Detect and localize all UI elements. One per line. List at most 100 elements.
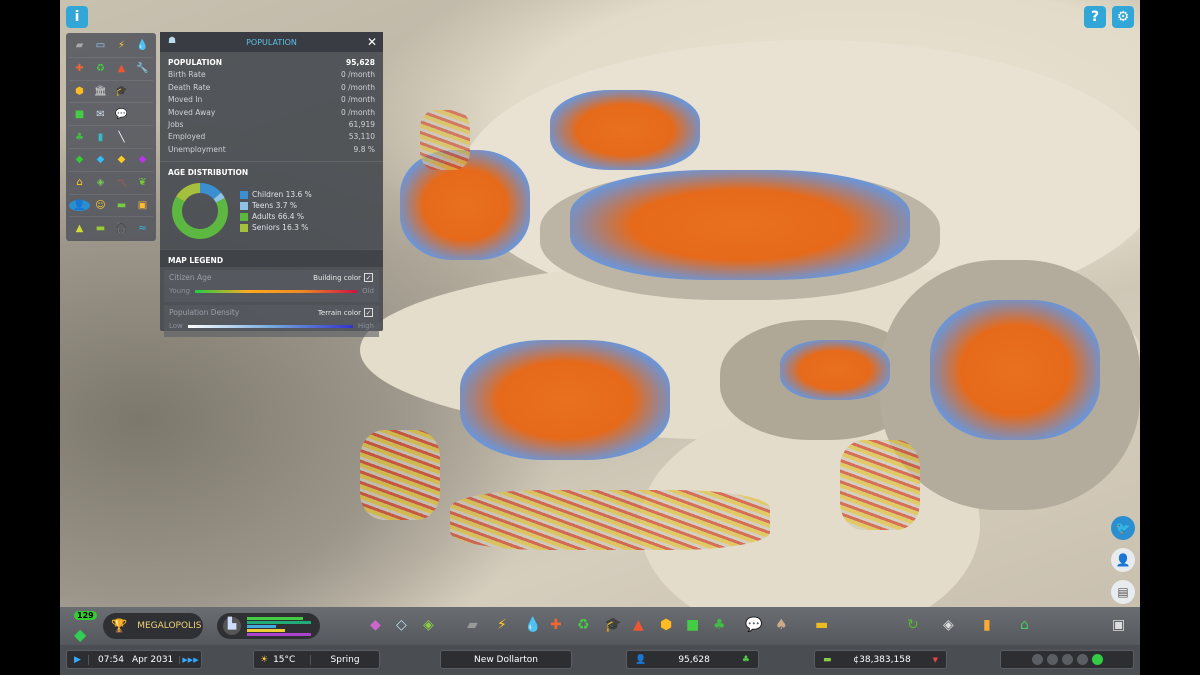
tourism-icon[interactable]: ▮ xyxy=(90,132,111,143)
stat-row: POPULATION 95,628 xyxy=(168,58,375,70)
zoning-icon[interactable]: ◆ xyxy=(370,617,381,633)
terrain-color-checkbox[interactable]: ✓ xyxy=(364,308,373,318)
population-icon[interactable]: 👤 xyxy=(69,199,90,211)
worker-icon[interactable]: ▣ xyxy=(132,200,153,211)
happiness-icon[interactable]: ☺ xyxy=(90,200,111,211)
stack-icon: ◆ xyxy=(74,625,87,644)
electricity-icon[interactable]: ⚡ xyxy=(497,617,507,633)
health-icon[interactable]: ✚ xyxy=(69,63,90,74)
district-icon[interactable]: ◈ xyxy=(423,617,434,633)
water-icon[interactable]: 💧 xyxy=(524,617,541,633)
police-icon[interactable]: ⬢ xyxy=(660,617,672,633)
noise-icon[interactable]: 🎧 xyxy=(111,223,132,234)
sprout-icon[interactable]: ❦ xyxy=(132,177,153,188)
fire-icon[interactable]: ▲ xyxy=(633,617,644,633)
house-icon[interactable]: ⌂ xyxy=(69,177,90,188)
garbage-icon[interactable]: ♻ xyxy=(577,617,590,633)
stat-value: 95,628 xyxy=(346,58,375,67)
mail-icon[interactable]: ✉ xyxy=(90,109,111,120)
density-gradient xyxy=(187,324,353,328)
landscaping-shovel-icon[interactable]: ♠ xyxy=(775,617,788,633)
road-icon[interactable]: ▰ xyxy=(69,40,90,51)
speed-button[interactable]: ▶▶▶ xyxy=(179,655,201,664)
fire-icon[interactable]: ▲ xyxy=(111,63,132,74)
stat-label: Birth Rate xyxy=(168,70,206,80)
demand-bars xyxy=(247,616,311,637)
legend-population-density: Population Density Terrain color ✓ Low Hig… xyxy=(164,305,379,338)
population-icon: ☗ xyxy=(168,36,177,46)
camera-icon[interactable]: ▣ xyxy=(1112,617,1125,633)
wrench-icon[interactable]: 🔧 xyxy=(132,63,153,74)
stat-row: Employed 53,110 xyxy=(168,132,375,144)
legend-high: High xyxy=(357,322,374,331)
money-box[interactable]: ▬ ¢38,383,158 ▼ xyxy=(814,650,947,669)
help-icon[interactable]: ? xyxy=(1084,6,1106,28)
economy-icon[interactable]: ↻ xyxy=(907,617,919,633)
legend-low: Young xyxy=(169,287,190,296)
demand-pill[interactable]: ▙ xyxy=(217,613,320,639)
stat-row: Jobs 61,919 xyxy=(168,120,375,132)
map-icon[interactable]: ◈ xyxy=(943,617,954,633)
progression-icon[interactable]: ⌂ xyxy=(1020,617,1029,633)
parks-icon[interactable]: ♣ xyxy=(713,617,726,633)
city-name[interactable]: New Dollarton xyxy=(440,650,572,669)
donut-slice xyxy=(199,183,222,200)
bulldozer-icon[interactable]: ▬ xyxy=(815,617,828,633)
water-level-icon[interactable]: ≈ xyxy=(132,223,153,234)
park-icon[interactable]: ♣ xyxy=(69,132,90,143)
electricity-icon[interactable]: ⚡ xyxy=(111,40,132,51)
bus-icon[interactable]: ■ xyxy=(69,109,90,120)
area-icon[interactable]: ◇ xyxy=(396,617,407,633)
building-color-label: Building color xyxy=(313,274,361,283)
education-icon[interactable]: 🎓 xyxy=(604,617,621,633)
stat-value: 0 /month xyxy=(340,95,375,105)
communications-icon[interactable]: 💬 xyxy=(745,617,762,633)
happiness-box[interactable] xyxy=(1000,650,1134,669)
trend-icon[interactable]: 〽 xyxy=(111,175,132,190)
water-icon[interactable]: 💧 xyxy=(132,40,153,51)
government-icon[interactable]: 🏛 xyxy=(90,86,111,97)
building-color-checkbox[interactable]: ✓ xyxy=(364,273,373,283)
milestone-pill[interactable]: 🏆 MEGALOPOLIS xyxy=(103,613,203,639)
chirper-bird-button[interactable]: 🐦 xyxy=(1111,516,1135,540)
panel-title: POPULATION xyxy=(246,37,297,47)
statistics-icon[interactable]: ▮ xyxy=(983,617,991,633)
time-controls: ▶ 07:54 Apr 2031 ▶▶▶ xyxy=(66,650,202,669)
land-value-icon[interactable]: ◈ xyxy=(90,177,111,188)
recycling-icon[interactable]: ♻ xyxy=(90,63,111,74)
terrain-color-label: Terrain color xyxy=(317,309,361,318)
police-icon[interactable]: ⬢ xyxy=(69,86,90,97)
milestone-badge[interactable]: ◆ 129 xyxy=(68,611,98,644)
population-count: 95,628 xyxy=(678,654,710,665)
population-box[interactable]: 👤 95,628 ♣ xyxy=(626,650,759,669)
face-icon xyxy=(1046,654,1058,665)
money-balance: ¢38,383,158 xyxy=(853,654,911,665)
city-icon: ▙ xyxy=(223,617,241,635)
stat-label: Unemployment xyxy=(168,144,226,154)
legend-label: Teens 3.7 % xyxy=(252,201,298,211)
education-icon[interactable]: 🎓 xyxy=(111,86,132,97)
terrain-icon[interactable]: ▲ xyxy=(69,223,90,234)
transport-icon[interactable]: ▭ xyxy=(90,40,111,51)
pipe-icon[interactable]: ╲ xyxy=(111,132,132,143)
office-zone-icon[interactable]: ◆ xyxy=(132,154,153,165)
chat-icon[interactable]: 💬 xyxy=(111,109,132,120)
settings-gear-icon[interactable]: ⚙ xyxy=(1112,6,1134,28)
stat-label: Death Rate xyxy=(168,82,211,92)
citizen-button[interactable]: 👤 xyxy=(1111,548,1135,572)
play-button[interactable]: ▶ xyxy=(67,654,89,665)
residential-zone-icon[interactable]: ◆ xyxy=(69,154,90,165)
info-icon[interactable]: i xyxy=(66,6,88,28)
notes-button[interactable]: ▤ xyxy=(1111,580,1135,604)
close-button[interactable]: ✕ xyxy=(367,35,377,49)
commercial-zone-icon[interactable]: ◆ xyxy=(90,154,111,165)
industrial-zone-icon[interactable]: ◆ xyxy=(111,154,132,165)
happy-face-icon xyxy=(1091,654,1103,665)
legend-high: Old xyxy=(362,287,374,296)
ground-icon[interactable]: ▬ xyxy=(90,223,111,234)
money-icon[interactable]: ▬ xyxy=(111,200,132,211)
health-icon[interactable]: ✚ xyxy=(550,617,562,633)
milestone-count: 129 xyxy=(74,611,97,620)
transport-icon[interactable]: ■ xyxy=(686,617,699,633)
roads-icon[interactable]: ▰ xyxy=(467,617,478,633)
